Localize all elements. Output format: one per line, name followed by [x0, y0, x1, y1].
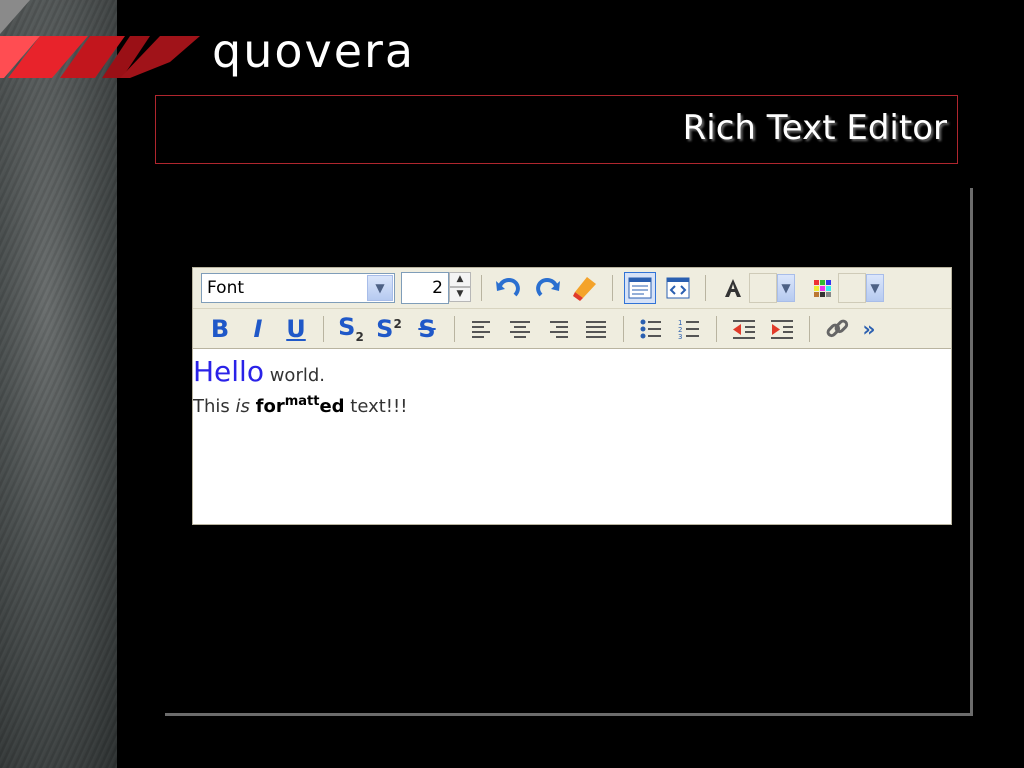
hello-text: Hello: [193, 355, 264, 388]
redo-icon[interactable]: [531, 272, 563, 304]
world-text: world.: [263, 365, 325, 386]
left-textured-strip: [0, 0, 117, 768]
title-box: Rich Text Editor: [155, 95, 958, 164]
content-line-2: This is formatted text!!!: [193, 394, 951, 417]
separator: [809, 315, 810, 342]
numbered-list-icon[interactable]: 123: [673, 313, 705, 345]
for-bold-text: for: [255, 396, 285, 417]
superscript-icon[interactable]: S2: [373, 313, 405, 345]
toolbar-row-1: Font ▼ 2 ▲ ▼ ▼ ▼: [193, 268, 951, 309]
subscript-icon[interactable]: S2: [335, 313, 367, 345]
html-source-icon[interactable]: [662, 272, 694, 304]
chevron-down-icon[interactable]: ▼: [777, 274, 795, 302]
toolbar-row-2: B I U S2 S2 S 123 »: [193, 309, 951, 349]
separator: [454, 315, 455, 342]
bullet-list-icon[interactable]: [635, 313, 667, 345]
align-right-icon[interactable]: [542, 313, 574, 345]
link-icon[interactable]: [821, 313, 853, 345]
separator: [623, 315, 624, 342]
slide-title: Rich Text Editor: [682, 108, 947, 148]
matt-superscript-text: matt: [284, 394, 320, 409]
red-stripes-logo-graphic: [0, 0, 200, 78]
separator: [481, 275, 482, 301]
indent-icon[interactable]: [766, 313, 798, 345]
svg-text:3: 3: [678, 333, 682, 340]
spin-up-icon[interactable]: ▲: [449, 272, 471, 287]
quovera-logo: quovera: [212, 24, 416, 78]
this-text: This: [193, 396, 236, 417]
align-center-icon[interactable]: [504, 313, 536, 345]
outdent-icon[interactable]: [728, 313, 760, 345]
underline-icon[interactable]: U: [280, 313, 312, 345]
spin-down-icon[interactable]: ▼: [449, 287, 471, 302]
justify-icon[interactable]: [580, 313, 612, 345]
rich-text-editor: Font ▼ 2 ▲ ▼ ▼ ▼ B I U S2 S2 S 1 2 3 » H…: [192, 267, 952, 525]
font-size-value[interactable]: 2: [401, 272, 449, 304]
bold-icon[interactable]: B: [204, 313, 236, 345]
align-left-icon[interactable]: [466, 313, 498, 345]
font-color-swatch[interactable]: [749, 273, 777, 303]
undo-icon[interactable]: [493, 272, 525, 304]
highlight-color-icon[interactable]: [806, 272, 838, 304]
font-select-label: Font: [207, 278, 245, 298]
italic-icon[interactable]: I: [242, 313, 274, 345]
editor-content-area[interactable]: Hello world. This is formatted text!!!: [193, 349, 951, 417]
separator: [323, 315, 324, 342]
font-color-icon[interactable]: [717, 272, 749, 304]
chevron-down-icon[interactable]: ▼: [367, 275, 393, 301]
font-size-stepper[interactable]: 2 ▲ ▼: [401, 272, 473, 304]
eraser-icon[interactable]: [569, 272, 601, 304]
font-select[interactable]: Font ▼: [201, 273, 395, 303]
text-rest: text!!!: [344, 396, 408, 417]
chevron-down-icon[interactable]: ▼: [866, 274, 884, 302]
separator: [705, 275, 706, 301]
design-view-icon[interactable]: [624, 272, 656, 304]
separator: [716, 315, 717, 342]
more-options-icon[interactable]: »: [859, 313, 879, 345]
highlight-color-swatch[interactable]: [838, 273, 866, 303]
content-line-1: Hello world.: [193, 355, 951, 388]
ed-bold-text: ed: [319, 396, 345, 417]
separator: [612, 275, 613, 301]
strikethrough-icon[interactable]: S: [411, 313, 443, 345]
is-italic-text: is: [235, 396, 250, 417]
